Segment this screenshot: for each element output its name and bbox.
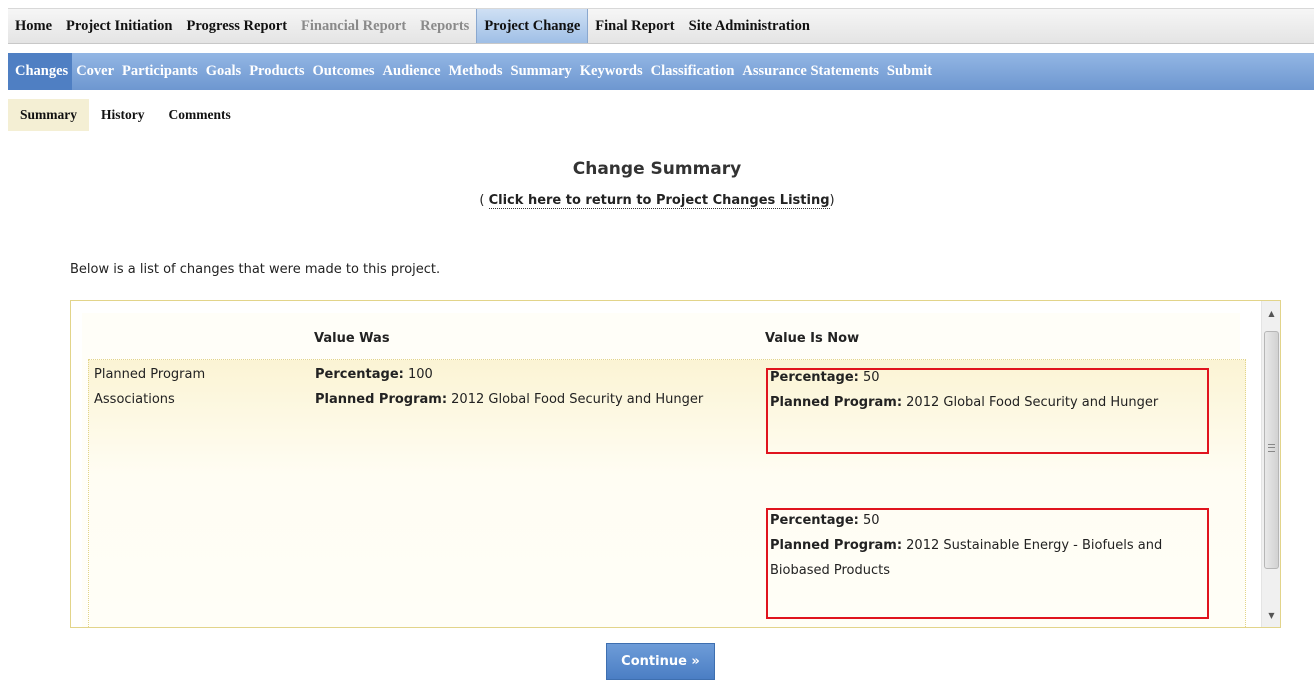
sub-nav-participants[interactable]: Participants [118, 53, 202, 90]
top-nav-financial-report: Financial Report [301, 17, 407, 34]
tab-history[interactable]: History [89, 99, 157, 131]
grip-icon [1268, 444, 1275, 452]
scrollbar-thumb[interactable] [1264, 331, 1279, 569]
value-now-2-planned-program-label: Planned Program: [770, 538, 903, 553]
continue-button[interactable]: Continue » [606, 643, 715, 680]
value-was-percentage-label: Percentage: [315, 367, 404, 382]
return-to-listing-link[interactable]: Click here to return to Project Changes … [488, 193, 830, 209]
sub-nav-outcomes[interactable]: Outcomes [309, 53, 379, 90]
scroll-down-icon[interactable]: ▼ [1262, 607, 1280, 625]
top-nav-site-administration[interactable]: Site Administration [682, 9, 817, 43]
top-nav: Home Project Initiation Progress Report … [8, 8, 1314, 44]
value-was-planned-program: Planned Program: 2012 Global Food Securi… [315, 387, 703, 412]
value-now-1-percentage: Percentage: 50 [770, 365, 880, 390]
sub-nav-audience[interactable]: Audience [379, 53, 445, 90]
sub-nav-keywords[interactable]: Keywords [576, 53, 647, 90]
sub-nav-methods[interactable]: Methods [445, 53, 507, 90]
page-title: Change Summary [572, 159, 742, 179]
value-now-1-percentage-value: 50 [858, 370, 880, 385]
return-suffix: ) [829, 193, 835, 208]
sub-nav-summary[interactable]: Summary [507, 53, 576, 90]
top-nav-reports: Reports [420, 17, 470, 34]
top-nav-final-report[interactable]: Final Report [588, 9, 681, 43]
top-nav-progress-report[interactable]: Progress Report [180, 9, 295, 43]
tab-summary[interactable]: Summary [8, 99, 89, 131]
changed-field-name: Planned Program Associations [94, 367, 206, 407]
return-line: ( Click here to return to Project Change… [0, 193, 1314, 209]
intro-text: Below is a list of changes that were mad… [70, 262, 441, 277]
table-row: Planned Program Associations Percentage:… [88, 359, 1246, 627]
value-now-2-percentage-label: Percentage: [770, 513, 859, 528]
value-was-planned-program-value: 2012 Global Food Security and Hunger [447, 392, 704, 407]
sub-nav-submit[interactable]: Submit [883, 53, 936, 90]
value-was-percentage-value: 100 [403, 367, 433, 382]
changes-panel: Value Was Value Is Now Planned Program A… [70, 300, 1281, 628]
changes-table: Value Was Value Is Now Planned Program A… [82, 313, 1246, 627]
value-now-1-planned-program: Planned Program: 2012 Global Food Securi… [770, 390, 1158, 415]
sub-nav-cover[interactable]: Cover [72, 53, 118, 90]
top-nav-project-change[interactable]: Project Change [476, 9, 589, 43]
header-value-is-now: Value Is Now [765, 331, 860, 346]
top-nav-home[interactable]: Home [8, 9, 59, 43]
sub-nav-classification[interactable]: Classification [647, 53, 739, 90]
scroll-up-icon[interactable]: ▲ [1262, 305, 1280, 323]
top-nav-project-initiation[interactable]: Project Initiation [59, 9, 179, 43]
vertical-scrollbar[interactable]: ▲ ▼ [1261, 301, 1280, 627]
value-was-planned-program-label: Planned Program: [315, 392, 448, 407]
change-tabs: Summary History Comments [8, 99, 243, 131]
sub-nav: Changes Cover Participants Goals Product… [8, 53, 1314, 90]
value-now-1-planned-program-value: 2012 Global Food Security and Hunger [902, 395, 1159, 410]
value-now-1-planned-program-label: Planned Program: [770, 395, 903, 410]
sub-nav-changes[interactable]: Changes [8, 53, 73, 90]
return-prefix: ( [479, 193, 489, 208]
value-now-2-planned-program: Planned Program: 2012 Sustainable Energy… [770, 533, 1206, 583]
value-was-percentage: Percentage: 100 [315, 362, 433, 387]
sub-nav-assurance-statements[interactable]: Assurance Statements [738, 53, 883, 90]
value-now-2-percentage: Percentage: 50 [770, 508, 880, 533]
value-now-2-percentage-value: 50 [858, 513, 880, 528]
sub-nav-products[interactable]: Products [245, 53, 308, 90]
header-value-was: Value Was [314, 331, 390, 346]
tab-comments[interactable]: Comments [157, 99, 243, 131]
sub-nav-goals[interactable]: Goals [202, 53, 245, 90]
value-now-1-percentage-label: Percentage: [770, 370, 859, 385]
